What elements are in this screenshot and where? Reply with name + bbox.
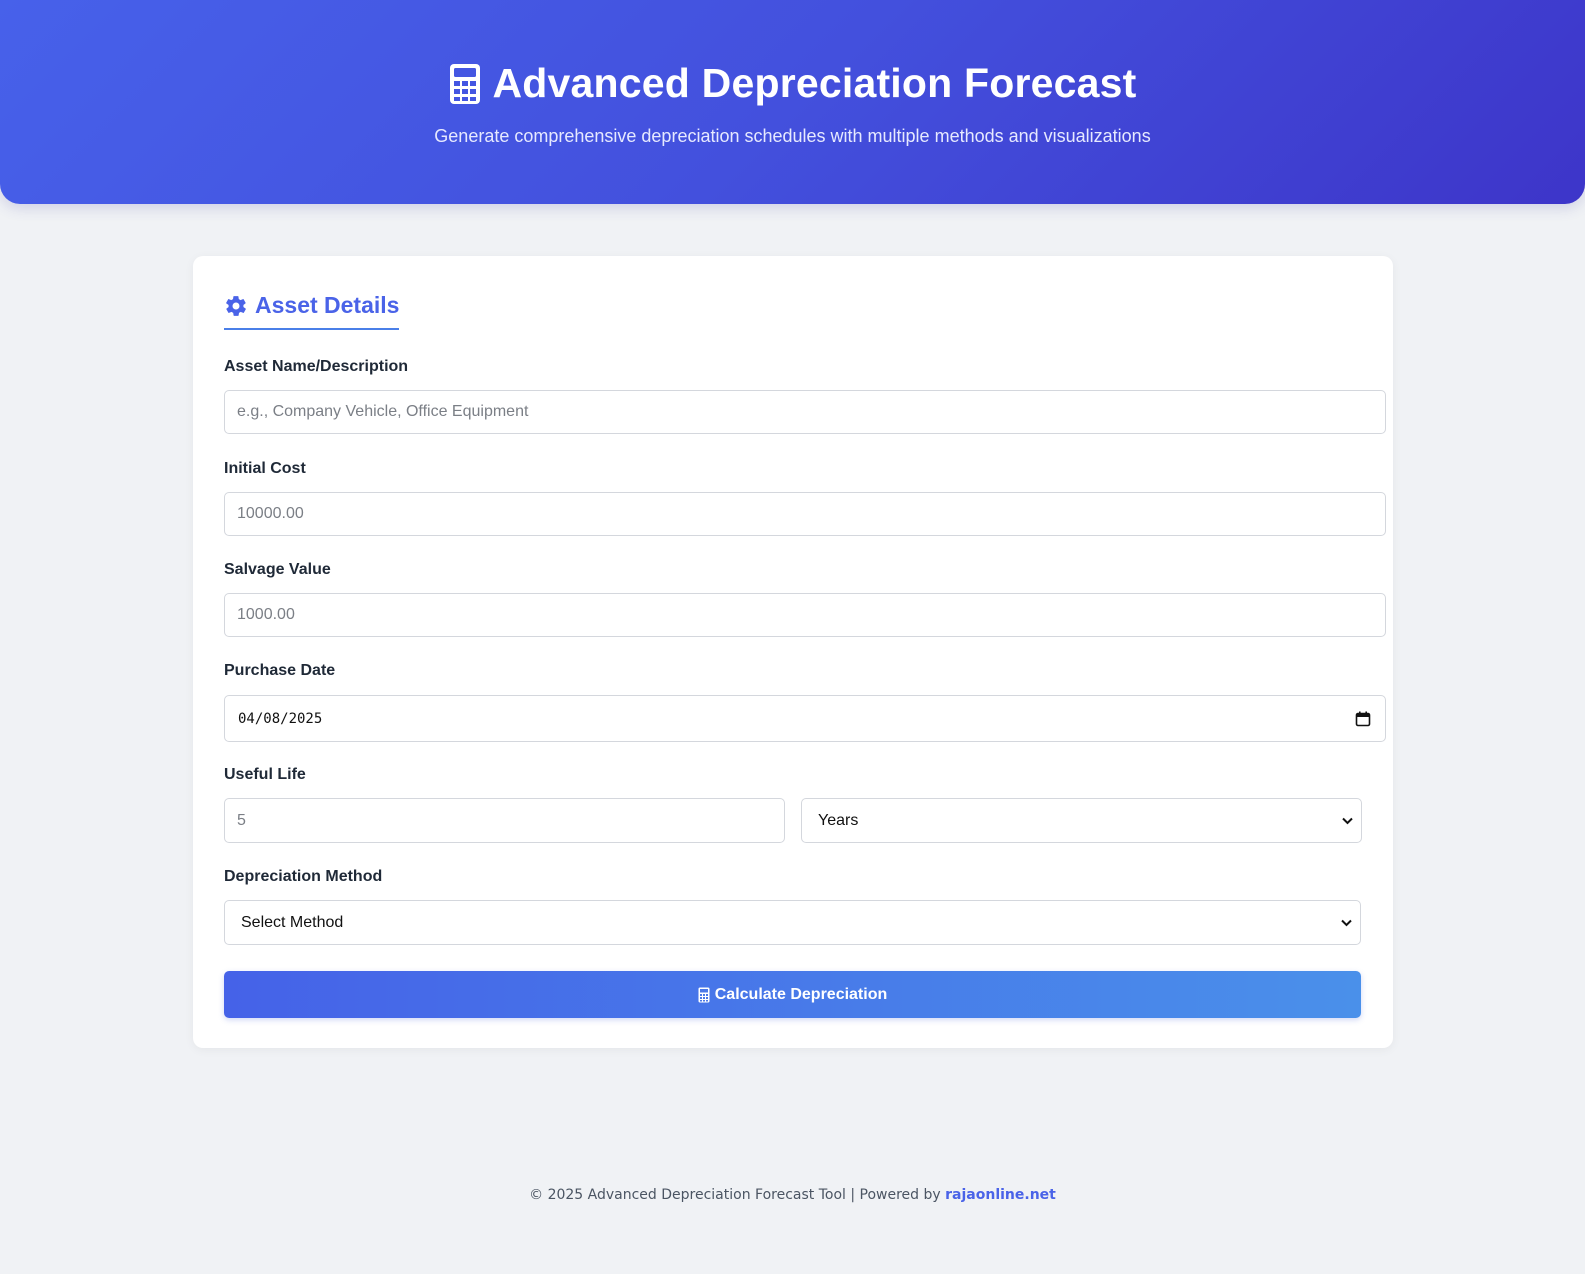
page-title: Advanced Depreciation Forecast [0,60,1585,107]
page-subtitle: Generate comprehensive depreciation sche… [434,126,1151,146]
chevron-down-icon [1342,817,1353,825]
initial-cost-input[interactable] [224,492,1386,536]
footer-link[interactable]: rajaonline.net [945,1187,1056,1203]
calculator-icon [698,987,710,1003]
calculator-icon [449,63,481,105]
useful-life-unit-value: Years [818,811,859,829]
purchase-date-input[interactable]: 04/08/2025 [224,695,1386,742]
useful-life-label: Useful Life [224,766,306,783]
asset-name-input[interactable] [224,390,1386,434]
asset-details-card: Asset Details Asset Name/Description Ini… [193,256,1393,1048]
salvage-value-label: Salvage Value [224,561,331,578]
useful-life-unit-select[interactable]: Years [801,798,1362,843]
page-title-text: Advanced Depreciation Forecast [492,60,1137,106]
initial-cost-label: Initial Cost [224,460,306,477]
depreciation-method-select[interactable]: Select Method [224,900,1361,945]
chevron-down-icon [1341,919,1352,927]
gear-icon [224,294,248,318]
purchase-date-value: 04/08/2025 [238,710,323,727]
depreciation-method-value: Select Method [241,913,344,931]
depreciation-method-label: Depreciation Method [224,868,383,885]
calculate-depreciation-label: Calculate Depreciation [714,985,888,1003]
salvage-value-input[interactable] [224,593,1386,637]
useful-life-input[interactable] [224,798,785,843]
page-footer: © 2025 Advanced Depreciation Forecast To… [0,1187,1585,1203]
section-title-text: Asset Details [255,292,400,318]
asset-name-label: Asset Name/Description [224,358,409,375]
calendar-icon[interactable] [1355,711,1371,727]
purchase-date-label: Purchase Date [224,662,336,679]
page-header: Advanced Depreciation Forecast Generate … [0,0,1585,204]
calculate-depreciation-button[interactable]: Calculate Depreciation [224,971,1361,1018]
section-title: Asset Details [224,292,400,330]
footer-text: © 2025 Advanced Depreciation Forecast To… [529,1187,946,1203]
